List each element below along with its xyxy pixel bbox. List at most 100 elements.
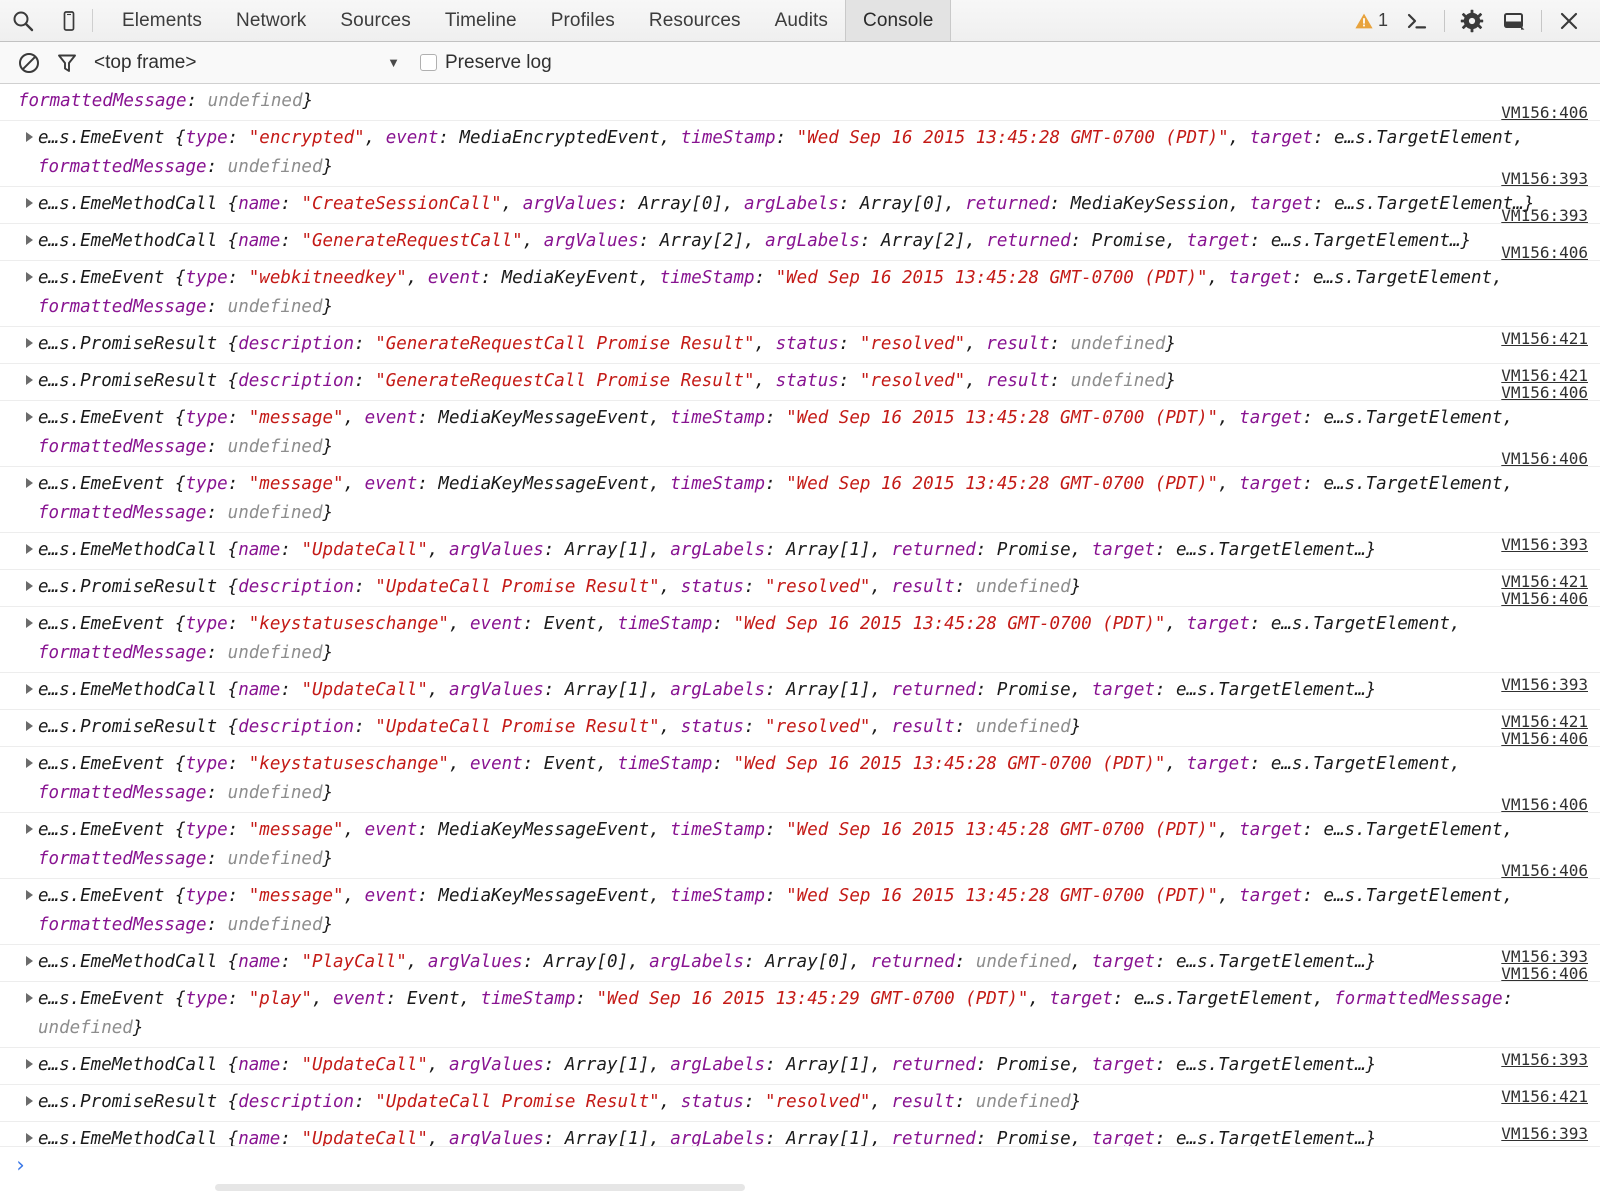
tab-console[interactable]: Console bbox=[845, 0, 951, 41]
close-devtools-icon[interactable] bbox=[1548, 10, 1590, 32]
token-str: "message" bbox=[249, 408, 344, 428]
console-message[interactable]: e…s.EmeMethodCall {name: "PlayCall", arg… bbox=[0, 945, 1600, 982]
expand-object-arrow-icon[interactable] bbox=[26, 1096, 33, 1106]
source-location-link[interactable]: VM156:393 bbox=[1501, 206, 1588, 225]
token-plain: e…s.EmeEvent bbox=[38, 614, 175, 634]
warning-count-badge[interactable]: 1 bbox=[1354, 10, 1388, 31]
expand-object-arrow-icon[interactable] bbox=[26, 684, 33, 694]
console-prompt-row[interactable]: › bbox=[0, 1146, 1600, 1182]
console-message[interactable]: formattedMessage: undefined} bbox=[0, 84, 1600, 121]
source-location-link[interactable]: VM156:393 bbox=[1501, 169, 1588, 188]
tab-profiles[interactable]: Profiles bbox=[534, 0, 632, 41]
expand-object-arrow-icon[interactable] bbox=[26, 890, 33, 900]
tab-timeline[interactable]: Timeline bbox=[428, 0, 534, 41]
scrollbar-thumb[interactable] bbox=[215, 1184, 745, 1191]
preserve-log-toggle[interactable]: Preserve log bbox=[420, 52, 552, 74]
expand-object-arrow-icon[interactable] bbox=[26, 993, 33, 1003]
console-message[interactable]: e…s.EmeMethodCall {name: "UpdateCall", a… bbox=[0, 673, 1600, 710]
execution-context-selector[interactable]: <top frame> ▼ bbox=[94, 52, 414, 74]
tab-sources[interactable]: Sources bbox=[323, 0, 427, 41]
token-punc: : bbox=[639, 231, 660, 251]
expand-object-arrow-icon[interactable] bbox=[26, 1133, 33, 1143]
console-drawer-icon[interactable] bbox=[1396, 10, 1438, 32]
tab-resources[interactable]: Resources bbox=[632, 0, 758, 41]
console-message[interactable]: e…s.EmeEvent {type: "webkitneedkey", eve… bbox=[0, 261, 1600, 327]
console-message[interactable]: e…s.PromiseResult {description: "UpdateC… bbox=[0, 1085, 1600, 1122]
expand-object-arrow-icon[interactable] bbox=[26, 272, 33, 282]
token-punc: : bbox=[280, 540, 301, 560]
expand-object-arrow-icon[interactable] bbox=[26, 618, 33, 628]
horizontal-scrollbar[interactable] bbox=[0, 1182, 1600, 1194]
inspect-element-icon[interactable] bbox=[0, 0, 46, 41]
clear-console-icon[interactable] bbox=[10, 48, 48, 78]
tab-network[interactable]: Network bbox=[219, 0, 323, 41]
source-location-link[interactable]: VM156:393 bbox=[1501, 1050, 1588, 1069]
console-message[interactable]: e…s.PromiseResult {description: "Generat… bbox=[0, 327, 1600, 364]
token-punc: , bbox=[1071, 680, 1092, 700]
source-location-link[interactable]: VM156:406 bbox=[1501, 861, 1588, 880]
tab-elements[interactable]: Elements bbox=[105, 0, 219, 41]
dock-position-icon[interactable] bbox=[1493, 10, 1535, 32]
token-prop: event bbox=[365, 408, 418, 428]
source-location-link[interactable]: VM156:406 bbox=[1501, 103, 1588, 122]
console-message[interactable]: e…s.EmeMethodCall {name: "UpdateCall", a… bbox=[0, 1048, 1600, 1085]
expand-object-arrow-icon[interactable] bbox=[26, 478, 33, 488]
console-message[interactable]: e…s.EmeMethodCall {name: "UpdateCall", a… bbox=[0, 1122, 1600, 1146]
expand-object-arrow-icon[interactable] bbox=[26, 1059, 33, 1069]
console-message[interactable]: e…s.PromiseResult {description: "UpdateC… bbox=[0, 570, 1600, 607]
console-message[interactable]: e…s.PromiseResult {description: "Generat… bbox=[0, 364, 1600, 401]
token-punc: : bbox=[1113, 989, 1134, 1009]
token-prop: description bbox=[238, 334, 354, 354]
expand-object-arrow-icon[interactable] bbox=[26, 721, 33, 731]
source-location-link[interactable]: VM156:406 bbox=[1501, 729, 1588, 748]
console-message[interactable]: e…s.EmeEvent {type: "message", event: Me… bbox=[0, 813, 1600, 879]
source-location-link[interactable]: VM156:393 bbox=[1501, 1124, 1588, 1143]
source-location-link[interactable]: VM156:406 bbox=[1501, 243, 1588, 262]
source-location-link[interactable]: VM156:421 bbox=[1501, 329, 1588, 348]
expand-object-arrow-icon[interactable] bbox=[26, 412, 33, 422]
expand-object-arrow-icon[interactable] bbox=[26, 375, 33, 385]
expand-object-arrow-icon[interactable] bbox=[26, 132, 33, 142]
console-message[interactable]: e…s.EmeMethodCall {name: "UpdateCall", a… bbox=[0, 533, 1600, 570]
tab-audits[interactable]: Audits bbox=[758, 0, 845, 41]
expand-object-arrow-icon[interactable] bbox=[26, 581, 33, 591]
token-punc: { bbox=[175, 128, 186, 148]
source-location-link[interactable]: VM156:406 bbox=[1501, 589, 1588, 608]
console-message[interactable]: e…s.EmeEvent {type: "message", event: Me… bbox=[0, 879, 1600, 945]
console-message-text: e…s.PromiseResult {description: "Generat… bbox=[0, 330, 1600, 359]
console-message[interactable]: e…s.EmeMethodCall {name: "GenerateReques… bbox=[0, 224, 1600, 261]
device-toolbar-icon[interactable] bbox=[46, 0, 92, 41]
source-location-link[interactable]: VM156:406 bbox=[1501, 449, 1588, 468]
source-location-link[interactable]: VM156:406 bbox=[1501, 964, 1588, 983]
token-plain: e…s.EmeEvent bbox=[38, 820, 175, 840]
console-message[interactable]: e…s.EmeMethodCall {name: "CreateSessionC… bbox=[0, 187, 1600, 224]
expand-object-arrow-icon[interactable] bbox=[26, 758, 33, 768]
console-message[interactable]: e…s.PromiseResult {description: "UpdateC… bbox=[0, 710, 1600, 747]
token-punc: : bbox=[228, 820, 249, 840]
console-message-area[interactable]: formattedMessage: undefined}e…s.EmeEvent… bbox=[0, 84, 1600, 1146]
console-message[interactable]: e…s.EmeEvent {type: "encrypted", event: … bbox=[0, 121, 1600, 187]
token-plain: Promise bbox=[1092, 231, 1166, 251]
console-message[interactable]: e…s.EmeEvent {type: "play", event: Event… bbox=[0, 982, 1600, 1048]
source-location-link[interactable]: VM156:421 bbox=[1501, 1087, 1588, 1106]
expand-object-arrow-icon[interactable] bbox=[26, 235, 33, 245]
settings-gear-icon[interactable] bbox=[1451, 9, 1493, 33]
expand-object-arrow-icon[interactable] bbox=[26, 956, 33, 966]
token-undef: undefined bbox=[228, 297, 323, 317]
console-message[interactable]: e…s.EmeEvent {type: "message", event: Me… bbox=[0, 467, 1600, 533]
console-message[interactable]: e…s.EmeEvent {type: "keystatuseschange",… bbox=[0, 607, 1600, 673]
console-message[interactable]: e…s.EmeEvent {type: "message", event: Me… bbox=[0, 401, 1600, 467]
expand-object-arrow-icon[interactable] bbox=[26, 824, 33, 834]
console-message[interactable]: e…s.EmeEvent {type: "keystatuseschange",… bbox=[0, 747, 1600, 813]
source-location-link[interactable]: VM156:393 bbox=[1501, 675, 1588, 694]
token-prop: argValues bbox=[544, 231, 639, 251]
tab-label: Console bbox=[863, 10, 933, 32]
expand-object-arrow-icon[interactable] bbox=[26, 198, 33, 208]
preserve-log-checkbox[interactable] bbox=[420, 54, 437, 71]
filter-funnel-icon[interactable] bbox=[48, 48, 86, 78]
source-location-link[interactable]: VM156:393 bbox=[1501, 535, 1588, 554]
source-location-link[interactable]: VM156:406 bbox=[1501, 795, 1588, 814]
expand-object-arrow-icon[interactable] bbox=[26, 544, 33, 554]
expand-object-arrow-icon[interactable] bbox=[26, 338, 33, 348]
source-location-link[interactable]: VM156:406 bbox=[1501, 383, 1588, 402]
